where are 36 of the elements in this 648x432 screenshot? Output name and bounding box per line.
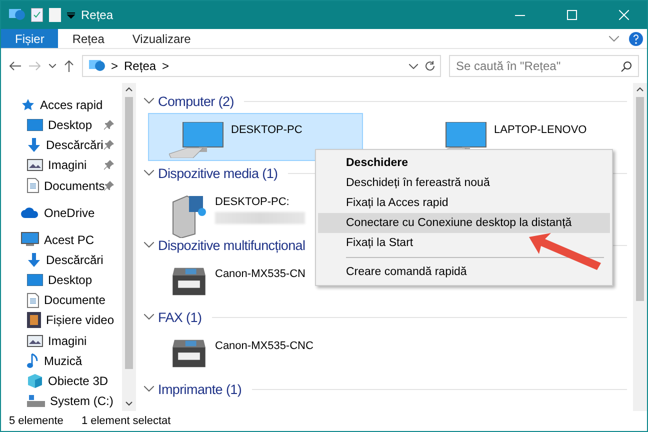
selection-status: 1 element selectat (81, 415, 171, 427)
ribbon-tab[interactable]: Fișier (1, 29, 58, 48)
sidebar-item[interactable]: Documente (1, 290, 122, 310)
item-count: 5 elemente (9, 415, 64, 427)
window-title: Rețea (81, 8, 114, 22)
sidebar-item[interactable]: Fișiere video (1, 310, 122, 331)
group-header[interactable]: FAX (1) (158, 310, 202, 324)
search-field[interactable]: Se caută în "Rețea" (449, 55, 639, 77)
sidebar-item[interactable]: Muzică (1, 350, 122, 371)
sidebar-item[interactable]: Acces rapid (1, 95, 122, 116)
sidebar-item[interactable]: Imagini (1, 155, 122, 176)
sidebar-item[interactable]: Obiecte 3D (1, 370, 122, 391)
sidebar-item[interactable]: Imagini (1, 330, 122, 351)
network-item[interactable]: Canon-MX535-CNC (148, 329, 363, 377)
sidebar-item[interactable]: Desktop (1, 115, 122, 136)
group-header[interactable]: Computer (2) (158, 94, 234, 108)
menu-item[interactable]: Fixați la Acces rapid (318, 193, 610, 213)
sidebar-item[interactable]: Desktop (1, 270, 122, 290)
menu-item[interactable]: Deschideți în fereastră nouă (318, 173, 610, 193)
sidebar-item[interactable]: Acest PC (1, 230, 122, 250)
group-header[interactable]: Dispozitive multifuncțional (158, 238, 306, 252)
breadcrumb-item[interactable]: Rețea (124, 59, 156, 73)
group-header[interactable]: Imprimante (1) (158, 382, 242, 396)
breadcrumb-separator: > (162, 59, 170, 73)
sidebar-item[interactable]: Documents (1, 176, 122, 196)
menu-item[interactable]: Fixați la Start (318, 233, 610, 253)
group-header[interactable]: Dispozitive media (1) (158, 166, 278, 180)
sidebar-item[interactable]: OneDrive (1, 202, 122, 223)
breadcrumb-separator: > (111, 59, 118, 73)
sidebar-item[interactable]: System (C:) (1, 390, 122, 412)
ribbon-tab[interactable]: Rețea (58, 29, 118, 48)
sidebar-item[interactable]: Descărcări (1, 135, 122, 156)
menu-item[interactable]: Conectare cu Conexiune desktop la distanță (318, 213, 610, 233)
ribbon-tab[interactable]: Vizualizare (118, 29, 205, 48)
address-bar[interactable]: > Rețea > (82, 55, 441, 77)
sidebar-item[interactable]: Descărcări (1, 250, 122, 270)
